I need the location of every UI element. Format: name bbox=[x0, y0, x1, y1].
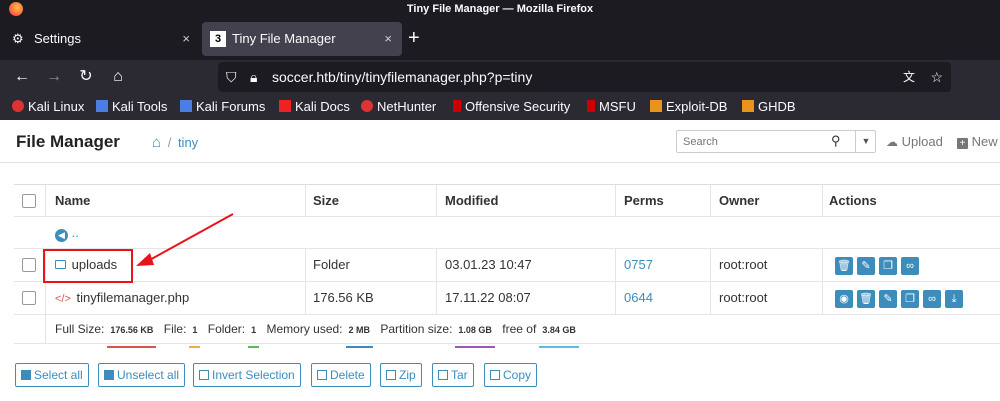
gear-icon: ⚙ bbox=[12, 31, 24, 46]
page-content: File Manager ⌂ / tiny ⚲ ▼ ☁ Upload + New… bbox=[0, 120, 1000, 401]
window-title: Tiny File Manager — Mozilla Firefox bbox=[406, 3, 594, 15]
list-icon bbox=[199, 370, 209, 380]
invert-selection-button[interactable]: Invert Selection bbox=[193, 363, 301, 387]
copy-icon bbox=[490, 370, 500, 380]
zip-button[interactable]: Zip bbox=[380, 363, 422, 387]
back-arrow-icon[interactable]: ← bbox=[10, 65, 34, 89]
msfu-icon bbox=[587, 100, 595, 112]
bookmark-ghdb[interactable]: GHDB bbox=[742, 94, 796, 120]
delete-button[interactable]: Delete bbox=[311, 363, 371, 387]
kali-icon bbox=[12, 100, 24, 112]
unselect-all-button[interactable]: Unselect all bbox=[98, 363, 186, 387]
bookmark-kali-tools[interactable]: Kali Tools bbox=[96, 94, 167, 120]
translate-icon[interactable]: 文 bbox=[903, 62, 915, 92]
bookmark-nethunter[interactable]: NetHunter bbox=[361, 94, 436, 120]
exploit-db-icon bbox=[650, 100, 662, 112]
bookmark-exploit-db[interactable]: Exploit-DB bbox=[650, 94, 727, 120]
firefox-logo-icon bbox=[9, 2, 23, 16]
bookmarks-bar: Kali Linux Kali Tools Kali Forums Kali D… bbox=[0, 94, 1000, 120]
offsec-icon bbox=[453, 100, 461, 112]
shield-icon: ⛉ bbox=[226, 69, 237, 85]
bookmark-kali-docs[interactable]: Kali Docs bbox=[279, 94, 350, 120]
bookmark-msfu[interactable]: MSFU bbox=[587, 94, 636, 120]
trash-icon bbox=[317, 370, 327, 380]
new-tab-button[interactable]: + bbox=[408, 22, 420, 56]
bookmark-star-icon[interactable]: ☆ bbox=[930, 62, 943, 92]
tfm-favicon-icon: 3 bbox=[210, 31, 226, 47]
close-tab-icon[interactable]: × bbox=[182, 22, 190, 56]
bookmark-kali-linux[interactable]: Kali Linux bbox=[12, 94, 84, 120]
tar-button[interactable]: Tar bbox=[432, 363, 474, 387]
forward-arrow-icon[interactable]: → bbox=[42, 65, 66, 89]
file-tar-icon bbox=[438, 370, 448, 380]
file-zip-icon bbox=[386, 370, 396, 380]
kali-tools-icon bbox=[96, 100, 108, 112]
check-square-icon bbox=[21, 370, 31, 380]
bookmark-kali-forums[interactable]: Kali Forums bbox=[180, 94, 265, 120]
url-bar[interactable]: ⛉ 🔒︎ soccer.htb/tiny/tinyfilemanager.php… bbox=[218, 62, 951, 92]
kali-docs-icon bbox=[279, 100, 291, 112]
browser-titlebar: Tiny File Manager — Mozilla Firefox bbox=[0, 0, 1000, 18]
select-all-button[interactable]: Select all bbox=[15, 363, 89, 387]
bookmark-offensive-security[interactable]: Offensive Security bbox=[453, 94, 570, 120]
nav-bar: ← → ↻ ⌂ ⛉ 🔒︎ soccer.htb/tiny/tinyfileman… bbox=[0, 60, 1000, 94]
tab-bar: ⚙ Settings × 3 Tiny File Manager × + bbox=[0, 18, 1000, 60]
nethunter-icon bbox=[361, 100, 373, 112]
url-text: soccer.htb/tiny/tinyfilemanager.php?p=ti… bbox=[272, 69, 533, 85]
tab-settings[interactable]: ⚙ Settings × bbox=[4, 22, 200, 56]
kali-forums-icon bbox=[180, 100, 192, 112]
tab-tiny-file-manager[interactable]: 3 Tiny File Manager × bbox=[202, 22, 402, 56]
lock-icon: 🔒︎ bbox=[250, 69, 258, 85]
tab-tfm-label: Tiny File Manager bbox=[232, 31, 336, 46]
close-tab-icon[interactable]: × bbox=[384, 22, 392, 56]
home-icon[interactable]: ⌂ bbox=[106, 65, 130, 89]
ghdb-icon bbox=[742, 100, 754, 112]
tab-settings-label: Settings bbox=[34, 31, 81, 46]
annotation-arrow bbox=[136, 213, 234, 266]
reload-icon[interactable]: ↻ bbox=[74, 65, 98, 89]
x-square-icon bbox=[104, 370, 114, 380]
copy-button[interactable]: Copy bbox=[484, 363, 538, 387]
